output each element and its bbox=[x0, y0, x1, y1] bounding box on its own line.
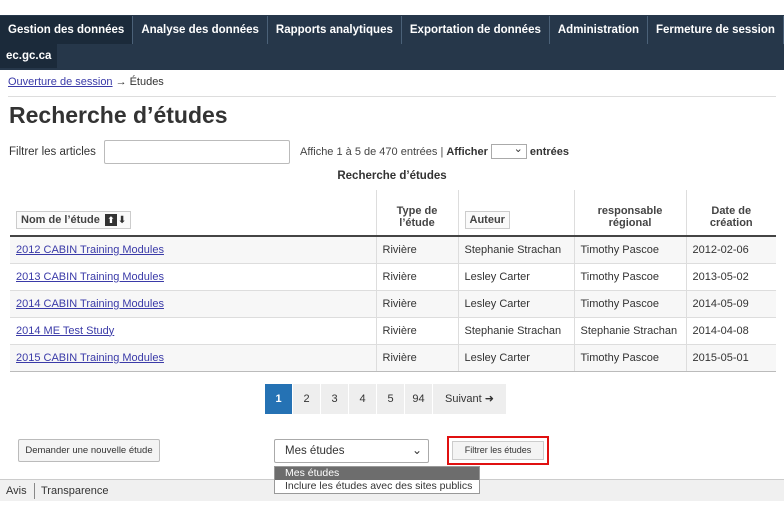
page-4-button[interactable]: 4 bbox=[349, 384, 377, 414]
breadcrumb-home-link[interactable]: Ouverture de session bbox=[8, 76, 113, 88]
breadcrumb: Ouverture de session → Études bbox=[8, 76, 164, 88]
page-94-button[interactable]: 94 bbox=[405, 384, 433, 414]
page-5-button[interactable]: 5 bbox=[377, 384, 405, 414]
studies-table: Nom de l’étude ⬆ ⬇ Type de l’étude Auteur… bbox=[10, 190, 776, 372]
col-creation-date[interactable]: Date de création bbox=[685, 190, 776, 237]
study-name-cell: 2015 CABIN Training Modules bbox=[10, 343, 376, 372]
study-link[interactable]: 2014 ME Test Study bbox=[16, 325, 114, 337]
col-author[interactable]: Auteur bbox=[457, 190, 574, 237]
nav-administration[interactable]: Administration bbox=[550, 16, 649, 44]
page-1-button[interactable]: 1 bbox=[265, 384, 293, 414]
nav-analytic-reports[interactable]: Rapports analytiques bbox=[268, 16, 402, 44]
nav-data-analysis[interactable]: Analyse des données bbox=[133, 16, 268, 44]
regional-lead-cell: Stephanie Strachan bbox=[573, 316, 686, 344]
table-row: 2012 CABIN Training Modules Rivière Step… bbox=[10, 235, 776, 263]
page-3-button[interactable]: 3 bbox=[321, 384, 349, 414]
study-name-cell: 2014 ME Test Study bbox=[10, 316, 376, 344]
option-my-studies[interactable]: Mes études bbox=[275, 467, 479, 480]
study-name-cell: 2014 CABIN Training Modules bbox=[10, 289, 376, 317]
next-page-button[interactable]: Suivant ➜ bbox=[433, 384, 507, 414]
col-study-type[interactable]: Type de l’étude bbox=[375, 190, 458, 237]
study-name-cell: 2013 CABIN Training Modules bbox=[10, 262, 376, 290]
col-regional-lead[interactable]: responsable régional bbox=[573, 190, 686, 237]
option-include-public-sites[interactable]: Inclure les études avec des sites public… bbox=[275, 480, 479, 493]
breadcrumb-current: Études bbox=[129, 76, 164, 88]
filter-input[interactable] bbox=[104, 140, 290, 164]
filter-label: Filtrer les articles bbox=[9, 146, 96, 158]
regional-lead-cell: Timothy Pascoe bbox=[573, 235, 686, 263]
creation-date-cell: 2014-05-09 bbox=[685, 289, 776, 317]
sort-descending-icon[interactable]: ⬇ bbox=[118, 215, 126, 226]
show-suffix: entrées bbox=[529, 145, 570, 158]
main-nav: Gestion des données Analyse des données … bbox=[0, 16, 784, 44]
table-caption: Recherche d’études bbox=[337, 170, 447, 182]
table-row: 2015 CABIN Training Modules Rivière Lesl… bbox=[10, 343, 776, 372]
next-page-label: Suivant bbox=[445, 393, 482, 405]
author-cell: Lesley Carter bbox=[457, 262, 574, 290]
chevron-down-icon: ⌄ bbox=[411, 443, 422, 457]
table-header-row: Nom de l’étude ⬆ ⬇ Type de l’étude Auteur… bbox=[10, 190, 776, 237]
footer-separator bbox=[34, 483, 35, 499]
request-new-study-button[interactable]: Demander une nouvelle étude bbox=[18, 439, 160, 462]
footer-transparency-link[interactable]: Transparence bbox=[41, 485, 108, 497]
study-link[interactable]: 2013 CABIN Training Modules bbox=[16, 271, 164, 283]
study-link[interactable]: 2012 CABIN Training Modules bbox=[16, 244, 164, 256]
study-scope-dropdown: Mes études Inclure les études avec des s… bbox=[274, 466, 480, 494]
study-link[interactable]: 2015 CABIN Training Modules bbox=[16, 352, 164, 364]
entries-count-text: Affiche 1 à 5 de 470 entrées | bbox=[300, 145, 444, 158]
study-name-header-label: Nom de l’étude bbox=[21, 214, 100, 226]
site-name: ec.gc.ca bbox=[0, 44, 58, 68]
table-row: 2014 CABIN Training Modules Rivière Lesl… bbox=[10, 289, 776, 317]
study-type-cell: Rivière bbox=[375, 262, 458, 290]
author-cell: Stephanie Strachan bbox=[457, 235, 574, 263]
study-name-cell: 2012 CABIN Training Modules bbox=[10, 235, 376, 263]
sort-ascending-icon[interactable]: ⬆ bbox=[104, 214, 117, 226]
nav-data-management[interactable]: Gestion des données bbox=[0, 16, 134, 44]
table-row: 2013 CABIN Training Modules Rivière Lesl… bbox=[10, 262, 776, 290]
page-size-select[interactable] bbox=[490, 142, 527, 159]
author-header-box[interactable]: Auteur bbox=[464, 211, 510, 229]
show-label: Afficher bbox=[446, 145, 488, 158]
filter-studies-highlight: Filtrer les études bbox=[447, 436, 549, 465]
author-cell: Lesley Carter bbox=[457, 289, 574, 317]
author-cell: Lesley Carter bbox=[457, 343, 574, 372]
top-navigation-bar: Gestion des données Analyse des données … bbox=[0, 0, 784, 70]
nav-logout[interactable]: Fermeture de session bbox=[648, 16, 784, 44]
study-scope-value: Mes études bbox=[285, 445, 345, 457]
top-strip bbox=[0, 0, 784, 15]
study-name-header-box[interactable]: Nom de l’étude ⬆ ⬇ bbox=[16, 211, 132, 229]
study-type-cell: Rivière bbox=[375, 343, 458, 372]
regional-lead-cell: Timothy Pascoe bbox=[573, 262, 686, 290]
col-study-name[interactable]: Nom de l’étude ⬆ ⬇ bbox=[10, 190, 376, 237]
creation-date-cell: 2015-05-01 bbox=[685, 343, 776, 372]
page-2-button[interactable]: 2 bbox=[293, 384, 321, 414]
entries-info: Affiche 1 à 5 de 470 entrées | Afficher … bbox=[300, 142, 570, 159]
author-cell: Stephanie Strachan bbox=[457, 316, 574, 344]
study-type-cell: Rivière bbox=[375, 289, 458, 317]
regional-lead-cell: Timothy Pascoe bbox=[573, 289, 686, 317]
study-type-cell: Rivière bbox=[375, 235, 458, 263]
header-divider bbox=[8, 96, 776, 97]
arrow-right-icon: ➜ bbox=[484, 393, 494, 405]
regional-lead-cell: Timothy Pascoe bbox=[573, 343, 686, 372]
creation-date-cell: 2014-04-08 bbox=[685, 316, 776, 344]
creation-date-cell: 2013-05-02 bbox=[685, 262, 776, 290]
footer-notices-link[interactable]: Avis bbox=[6, 485, 27, 497]
study-scope-select[interactable]: Mes études ⌄ bbox=[274, 439, 429, 463]
creation-date-cell: 2012-02-06 bbox=[685, 235, 776, 263]
study-type-cell: Rivière bbox=[375, 316, 458, 344]
filter-studies-button[interactable]: Filtrer les études bbox=[452, 441, 544, 460]
nav-data-export[interactable]: Exportation de données bbox=[402, 16, 550, 44]
page-title: Recherche d’études bbox=[9, 102, 228, 128]
table-row: 2014 ME Test Study Rivière Stephanie Str… bbox=[10, 316, 776, 344]
breadcrumb-arrow: → bbox=[115, 76, 127, 88]
pagination: 1 2 3 4 5 94 Suivant ➜ bbox=[265, 384, 507, 414]
study-link[interactable]: 2014 CABIN Training Modules bbox=[16, 298, 164, 310]
